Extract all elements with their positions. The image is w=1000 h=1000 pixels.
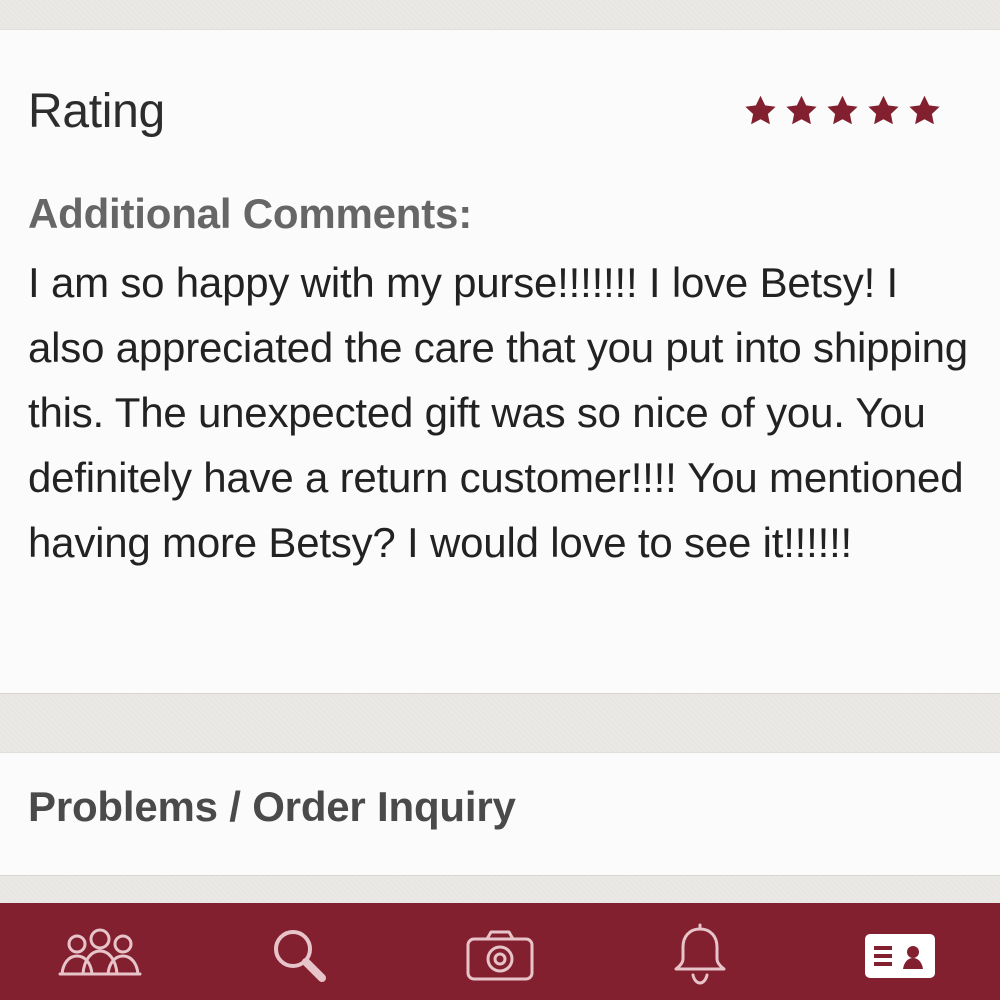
additional-comments-heading: Additional Comments: — [28, 190, 472, 237]
star-icon — [905, 93, 944, 130]
problems-order-inquiry-label: Problems / Order Inquiry — [28, 783, 516, 830]
star-icon — [741, 93, 780, 130]
tab-profile[interactable] — [852, 921, 948, 991]
tab-notifications[interactable] — [652, 921, 748, 991]
additional-comments-text: I am so happy with my purse!!!!!!! I lov… — [28, 259, 968, 566]
tab-search[interactable] — [252, 921, 348, 991]
star-icon — [823, 93, 862, 130]
profile-card-icon — [865, 934, 935, 978]
star-icon — [864, 93, 903, 130]
tab-camera[interactable] — [452, 921, 548, 991]
bell-icon — [674, 923, 726, 985]
camera-icon — [466, 930, 534, 981]
star-icon — [782, 93, 821, 130]
tab-people[interactable] — [52, 921, 148, 991]
rating-label: Rating — [28, 85, 165, 138]
people-icon — [58, 928, 142, 976]
bottom-tab-bar — [0, 903, 1000, 1000]
star-rating — [741, 93, 944, 130]
search-icon — [274, 930, 326, 982]
